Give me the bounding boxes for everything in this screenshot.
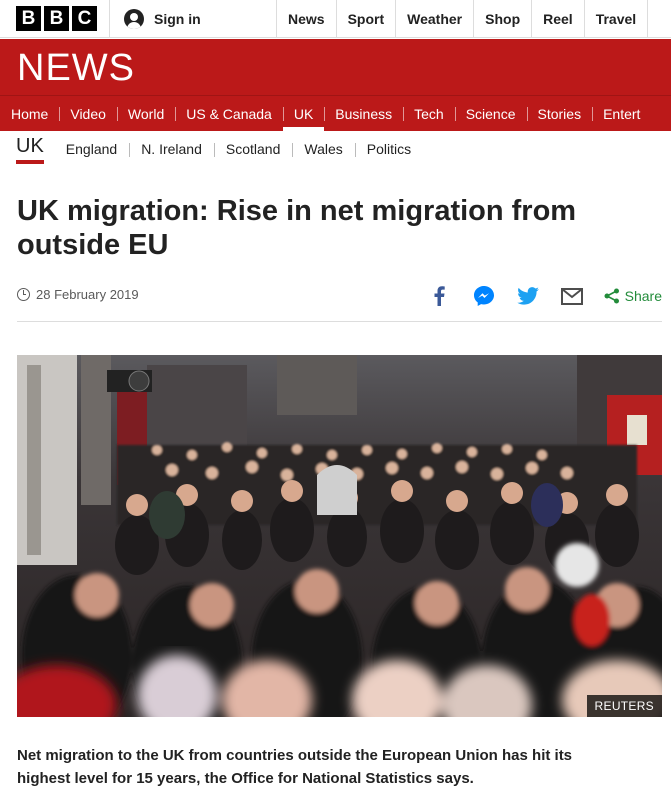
section-nav: Home Video World US & Canada UK Business…	[0, 95, 671, 131]
crowd-photo	[17, 355, 662, 717]
clock-icon	[17, 288, 30, 301]
sub-nav-england[interactable]: England	[54, 141, 129, 157]
global-nav-reel[interactable]: Reel	[532, 0, 585, 37]
share-label: Share	[624, 288, 662, 304]
global-nav-weather[interactable]: Weather	[396, 0, 475, 37]
sub-nav-scotland[interactable]: Scotland	[213, 141, 292, 157]
article-title: UK migration: Rise in net migration from…	[17, 195, 577, 261]
article-date: 28 February 2019	[17, 287, 139, 302]
date-text: 28 February 2019	[36, 287, 139, 302]
bbc-logo-letter: C	[72, 6, 97, 31]
section-nav-entertainment[interactable]: Entert	[592, 96, 651, 131]
section-nav-video[interactable]: Video	[59, 96, 117, 131]
section-nav-home[interactable]: Home	[0, 96, 59, 131]
share-button[interactable]: Share	[604, 288, 662, 304]
image-credit: REUTERS	[586, 695, 662, 717]
signin-label: Sign in	[154, 10, 201, 27]
section-nav-uk[interactable]: UK	[282, 96, 325, 131]
news-wordmark[interactable]: NEWS	[17, 47, 135, 90]
share-icon	[604, 288, 619, 304]
section-nav-us-canada[interactable]: US & Canada	[175, 96, 283, 131]
article-hero-image: REUTERS	[17, 355, 662, 717]
global-nav-travel[interactable]: Travel	[585, 0, 649, 37]
section-nav-world[interactable]: World	[116, 96, 175, 131]
news-masthead: NEWS	[0, 39, 671, 95]
bbc-logo-letter: B	[44, 6, 69, 31]
global-nav-shop[interactable]: Shop	[474, 0, 533, 37]
sub-nav-politics[interactable]: Politics	[354, 141, 423, 157]
facebook-icon[interactable]	[428, 285, 452, 307]
article-meta: 28 February 2019 Share	[17, 280, 662, 322]
messenger-icon[interactable]	[472, 285, 496, 307]
user-icon	[124, 8, 144, 29]
signin-button[interactable]: Sign in	[110, 0, 277, 37]
sub-nav-n-ireland[interactable]: N. Ireland	[129, 141, 214, 157]
section-nav-business[interactable]: Business	[324, 96, 403, 131]
share-tools: Share	[428, 285, 662, 307]
section-nav-tech[interactable]: Tech	[403, 96, 455, 131]
uk-sub-nav: UK England N. Ireland Scotland Wales Pol…	[0, 131, 671, 167]
global-nav: News Sport Weather Shop Reel Travel	[277, 0, 649, 37]
global-nav-sport[interactable]: Sport	[337, 0, 397, 37]
email-icon[interactable]	[560, 285, 584, 307]
section-nav-stories[interactable]: Stories	[526, 96, 593, 131]
bbc-logo-letter: B	[16, 6, 41, 31]
sub-nav-current[interactable]: UK	[16, 134, 44, 164]
bbc-logo[interactable]: B B C	[0, 0, 110, 37]
article-intro: Net migration to the UK from countries o…	[17, 747, 573, 787]
twitter-icon[interactable]	[516, 285, 540, 307]
bbc-top-bar: B B C Sign in News Sport Weather Shop Re…	[0, 0, 671, 38]
sub-nav-wales[interactable]: Wales	[292, 141, 354, 157]
section-nav-science[interactable]: Science	[454, 96, 527, 131]
global-nav-news[interactable]: News	[277, 0, 337, 37]
